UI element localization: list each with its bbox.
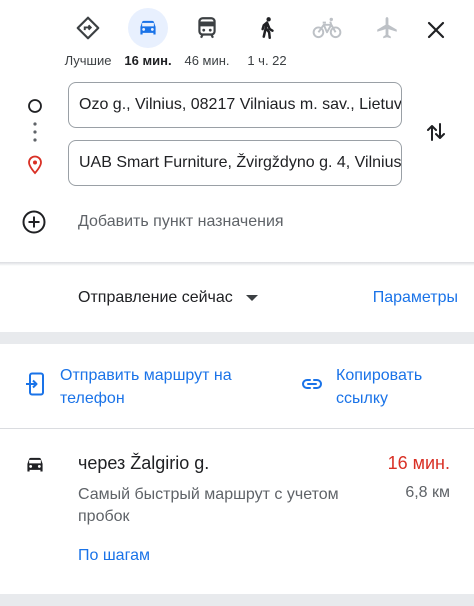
mode-best[interactable]: Лучшие xyxy=(56,8,120,68)
mode-drive[interactable]: 16 мин. xyxy=(116,8,180,68)
airplane-icon xyxy=(367,8,407,48)
copy-link-label-line2: ссылку xyxy=(336,390,389,407)
origin-text: Ozo g., Vilnius, 08217 Vilniaus m. sav.,… xyxy=(79,96,402,113)
options-link[interactable]: Параметры xyxy=(373,289,458,307)
mode-bike[interactable] xyxy=(295,8,359,68)
divider xyxy=(0,428,474,429)
divider xyxy=(0,262,474,266)
mode-walk[interactable]: 1 ч. 22 xyxy=(235,8,299,68)
link-icon xyxy=(301,379,323,389)
departure-row: Отправление сейчас Параметры xyxy=(0,282,474,316)
swap-button[interactable] xyxy=(420,116,452,148)
mode-transit[interactable]: 46 мин. xyxy=(175,8,239,68)
add-destination-label: Добавить пункт назначения xyxy=(78,213,284,230)
car-icon xyxy=(128,8,168,48)
close-button[interactable] xyxy=(420,14,452,46)
copy-link-button[interactable]: Копировать ссылку xyxy=(300,364,422,410)
caret-down-icon xyxy=(245,295,258,301)
send-to-phone-label-line2: телефон xyxy=(60,390,125,407)
departure-dropdown[interactable]: Отправление сейчас xyxy=(78,289,259,307)
mode-transit-label: 46 мин. xyxy=(184,53,230,68)
send-to-phone-button[interactable]: Отправить маршрут на телефон xyxy=(24,364,232,410)
route-option[interactable]: через Žalgirio g. 16 мин. Самый быстрый … xyxy=(0,440,474,580)
route-duration: 16 мин. xyxy=(387,453,450,473)
directions-icon xyxy=(68,8,108,48)
send-to-phone-label-line1: Отправить маршрут на xyxy=(60,367,232,384)
section-divider xyxy=(0,332,474,344)
destination-text: UAB Smart Furniture, Žvirgždyno g. 4, Vi… xyxy=(79,154,402,171)
departure-label: Отправление сейчас xyxy=(78,289,233,306)
send-to-phone-icon xyxy=(26,372,44,396)
add-destination-button[interactable]: Добавить пункт назначения xyxy=(18,206,284,238)
close-icon xyxy=(427,21,445,39)
copy-link-label-line1: Копировать xyxy=(336,367,423,384)
route-distance: 6,8 км xyxy=(405,484,450,501)
step-by-step-link[interactable]: По шагам xyxy=(78,547,150,565)
walk-icon xyxy=(247,8,287,48)
section-divider xyxy=(0,594,474,606)
mode-drive-label: 16 мин. xyxy=(124,53,172,68)
origin-input[interactable]: Ozo g., Vilnius, 08217 Vilniaus m. sav.,… xyxy=(68,82,402,128)
mode-flight[interactable] xyxy=(355,8,419,68)
mode-best-label: Лучшие xyxy=(64,53,112,68)
route-line-icon xyxy=(28,99,42,175)
route-via: через Žalgirio g. xyxy=(78,453,210,473)
mode-walk-label: 1 ч. 22 xyxy=(247,53,287,68)
train-icon xyxy=(187,8,227,48)
swap-vert-icon xyxy=(427,123,445,141)
destination-input[interactable]: UAB Smart Furniture, Žvirgždyno g. 4, Vi… xyxy=(68,140,402,186)
bike-icon xyxy=(307,8,347,48)
add-circle-icon xyxy=(22,210,46,234)
route-description: Самый быстрый маршрут с учетом пробок xyxy=(78,486,339,525)
car-icon xyxy=(27,457,43,472)
travel-mode-bar: Лучшие 16 мин. 46 мин. 1 ч. 22 xyxy=(0,0,474,72)
